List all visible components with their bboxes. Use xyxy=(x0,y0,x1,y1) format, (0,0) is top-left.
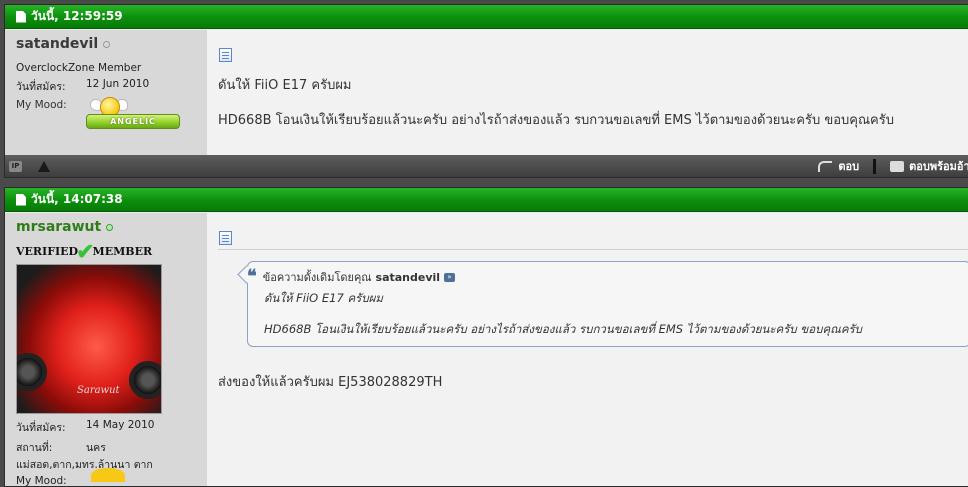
avatar[interactable]: Sarawut xyxy=(16,264,162,414)
join-date-row: วันที่สมัคร: 12 Jun 2010 xyxy=(16,78,196,95)
quote-header: ❝ ข้อความดั้งเดิมโดยคุณ satandevil » xyxy=(247,266,456,287)
location-row: สถานที่: นคร xyxy=(16,439,196,456)
footer-actions: ตอบ ตอบพร้อมอ้าง xyxy=(818,155,968,177)
quote-line-2: HD668B โอนเงินให้เรียบร้อยแล้วนะครับ อย่… xyxy=(264,322,862,336)
offline-status-icon xyxy=(103,40,111,48)
quote-prefix: ข้อความดั้งเดิมโดยคุณ xyxy=(262,271,372,284)
join-date-value: 12 Jun 2010 xyxy=(86,78,150,90)
post-date: วันนี้, 12:59:59 xyxy=(31,9,123,23)
mood-row: My Mood: ANGELIC xyxy=(16,97,196,129)
message-line-1: ดันให้ FiiO E17 ครับผม xyxy=(218,78,352,93)
join-date-value: 14 May 2010 xyxy=(86,419,155,431)
username-text[interactable]: mrsarawut xyxy=(16,219,101,235)
mood-face-icon xyxy=(91,468,125,482)
message-line-1: ส่งของให้แล้วครับผม EJ538028829TH xyxy=(218,375,443,390)
location-label: สถานที่: xyxy=(16,442,53,454)
online-status-icon xyxy=(106,223,114,231)
quote-reply-button[interactable]: ตอบพร้อมอ้าง xyxy=(909,157,968,175)
ip-icon[interactable]: IP xyxy=(9,160,22,172)
verified-right-text: MEMBER xyxy=(92,245,153,258)
post-icon xyxy=(219,48,232,62)
join-date-row: วันที่สมัคร: 14 May 2010 xyxy=(16,419,196,436)
message-line-2: HD668B โอนเงินให้เรียบร้อยแล้วนะครับ อย่… xyxy=(218,113,894,128)
view-post-icon[interactable]: » xyxy=(444,272,456,282)
quote-author: satandevil xyxy=(375,270,441,284)
mood-label: My Mood: xyxy=(16,99,67,111)
avatar-car-wheel xyxy=(129,361,161,399)
post-content: ดันให้ FiiO E17 ครับผม HD668B โอนเงินให้… xyxy=(207,213,968,486)
username-link[interactable]: mrsarawut xyxy=(16,219,196,235)
post-header: วันนี้, 14:07:38 xyxy=(5,188,968,212)
verified-left-text: VERIFIED xyxy=(16,245,79,258)
post-1: วันนี้, 12:59:59 satandevil OverclockZon… xyxy=(4,4,968,178)
report-icon[interactable] xyxy=(38,160,50,172)
post-icon xyxy=(219,231,232,245)
avatar-signature: Sarawut xyxy=(77,385,120,396)
mood-badge: ANGELIC xyxy=(86,97,180,129)
join-date-label: วันที่สมัคร: xyxy=(16,81,66,93)
verified-member-badge: VERIFIED ✔ MEMBER xyxy=(16,241,196,263)
join-date-label: วันที่สมัคร: xyxy=(16,422,66,434)
post-header: วันนี้, 12:59:59 xyxy=(5,5,968,29)
footer-separator xyxy=(873,158,877,174)
username-text[interactable]: satandevil xyxy=(16,36,98,52)
mood-label: My Mood: xyxy=(16,475,67,487)
avatar-car-wheel xyxy=(17,353,47,391)
post-footer: IP ตอบ ตอบพร้อมอ้าง xyxy=(5,155,968,177)
quote-icon: ❝ xyxy=(247,266,257,287)
quote-reply-icon xyxy=(890,160,905,172)
post-date: วันนี้, 14:07:38 xyxy=(31,192,123,206)
user-info-panel: mrsarawut VERIFIED ✔ MEMBER Sarawut วันท… xyxy=(5,213,207,486)
mood-text: ANGELIC xyxy=(86,114,180,129)
quote-line-1: ดันให้ FiiO E17 ครับผม xyxy=(264,291,383,305)
username-link[interactable]: satandevil xyxy=(16,36,196,52)
user-title: OverclockZone Member xyxy=(16,62,142,74)
post-divider xyxy=(218,249,968,250)
reply-button[interactable]: ตอบ xyxy=(838,157,859,175)
reply-icon xyxy=(818,160,833,172)
location-value: นคร xyxy=(86,442,106,454)
post-2: วันนี้, 14:07:38 mrsarawut VERIFIED ✔ ME… xyxy=(4,187,968,487)
document-icon xyxy=(16,193,26,206)
document-icon xyxy=(16,10,26,23)
